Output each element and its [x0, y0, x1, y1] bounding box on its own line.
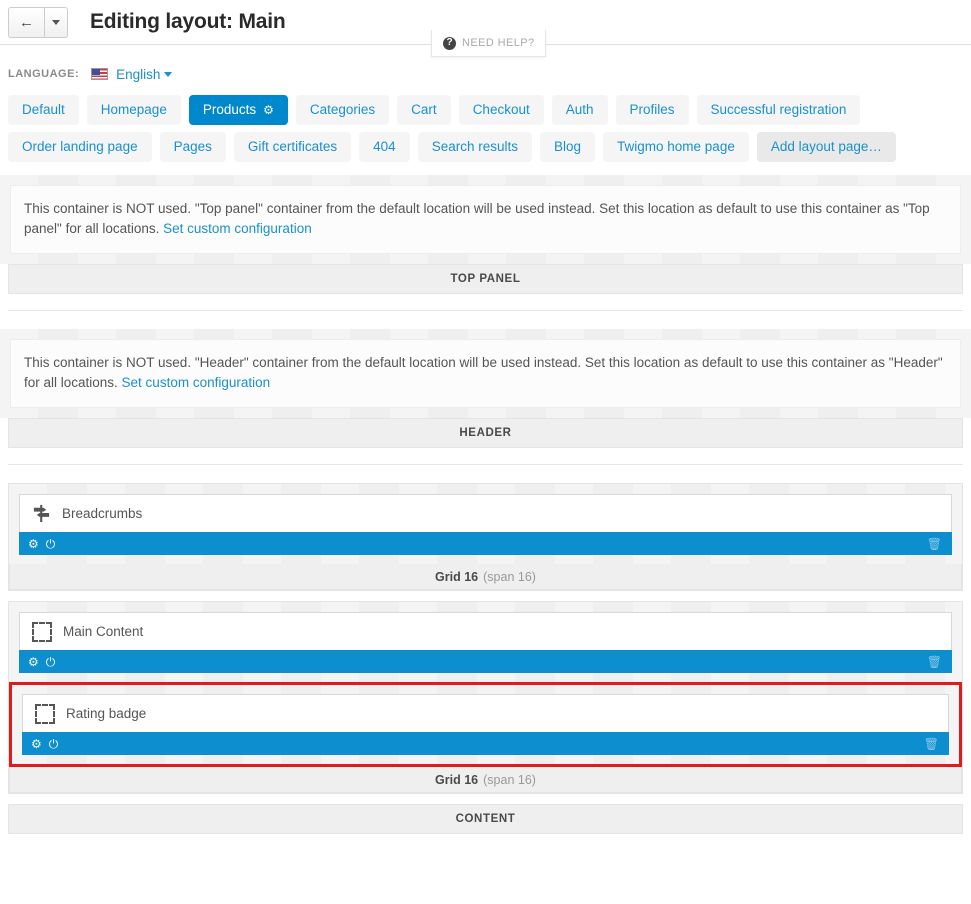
layout-block-toolbar: ⚙ ⏻ 🗑 [22, 732, 949, 755]
need-help-button[interactable]: ? NEED HELP? [431, 30, 546, 57]
grid-span: (span 16) [483, 773, 536, 787]
dashed-square-icon [32, 622, 52, 642]
tab-label: Homepage [101, 95, 167, 125]
content-grid-rows: Breadcrumbs ⚙ ⏻ 🗑 Grid 16 (span 16) Main Conte… [0, 483, 971, 794]
top-panel-notice-link[interactable]: Set custom configuration [163, 221, 312, 236]
grid-size-label: Grid 16 (span 16) [9, 767, 962, 793]
tab-label: Blog [554, 132, 581, 162]
selected-block-highlight: Rating badge ⚙ ⏻ 🗑 [9, 682, 962, 767]
us-flag-icon [91, 68, 108, 80]
tab-label: Products [203, 95, 256, 125]
gear-icon[interactable]: ⚙ [28, 538, 39, 550]
grid-row: Main Content ⚙ ⏻ 🗑 Rating badge ⚙ ⏻ 🗑 Grid 16 (sp… [8, 601, 963, 794]
tab-label: Gift certificates [248, 132, 337, 162]
tab-auth[interactable]: Auth [552, 95, 608, 125]
tab-label: Pages [174, 132, 212, 162]
top-panel-container: This container is NOT used. "Top panel" … [0, 175, 971, 264]
top-panel-notice: This container is NOT used. "Top panel" … [10, 185, 961, 254]
power-icon[interactable]: ⏻ [49, 738, 59, 750]
tab-label: Order landing page [22, 132, 138, 162]
page-title: Editing layout: Main [90, 10, 286, 34]
tab-label: Twigmo home page [617, 132, 735, 162]
tab-404[interactable]: 404 [359, 132, 410, 162]
tab-homepage[interactable]: Homepage [87, 95, 181, 125]
layout-block-label: Breadcrumbs [62, 506, 142, 521]
gear-icon[interactable]: ⚙ [263, 104, 274, 116]
grid-row: Breadcrumbs ⚙ ⏻ 🗑 Grid 16 (span 16) [8, 483, 963, 591]
tab-label: Auth [566, 95, 594, 125]
tab-successful-registration[interactable]: Successful registration [697, 95, 861, 125]
tab-label: Cart [411, 95, 437, 125]
trash-icon[interactable]: 🗑 [924, 737, 939, 751]
header-notice-link[interactable]: Set custom configuration [122, 375, 271, 390]
language-label: LANGUAGE: [8, 68, 79, 80]
tab-label: 404 [373, 132, 396, 162]
layout-block-header[interactable]: Rating badge [22, 694, 949, 732]
tab-categories[interactable]: Categories [296, 95, 389, 125]
tab-pages[interactable]: Pages [160, 132, 226, 162]
tab-label: Successful registration [711, 95, 847, 125]
tab-profiles[interactable]: Profiles [616, 95, 689, 125]
back-button-group: ← [8, 7, 68, 38]
tab-label: Profiles [630, 95, 675, 125]
layout-block-label: Rating badge [66, 706, 146, 721]
layout-block-toolbar: ⚙ ⏻ 🗑 [19, 650, 952, 673]
signpost-icon [32, 504, 51, 523]
language-value[interactable]: English [116, 67, 160, 82]
arrow-left-icon: ← [19, 15, 34, 30]
grid-name: Grid 16 [435, 773, 478, 787]
power-icon[interactable]: ⏻ [46, 656, 56, 668]
layout-block[interactable]: Rating badge ⚙ ⏻ 🗑 [22, 694, 949, 755]
layout-block[interactable]: Main Content ⚙ ⏻ 🗑 [19, 612, 952, 673]
layout-block-toolbar: ⚙ ⏻ 🗑 [19, 532, 952, 555]
tab-cart[interactable]: Cart [397, 95, 451, 125]
layout-block[interactable]: Breadcrumbs ⚙ ⏻ 🗑 [19, 494, 952, 555]
dashed-square-icon [35, 704, 55, 724]
tab-checkout[interactable]: Checkout [459, 95, 544, 125]
back-button[interactable]: ← [8, 7, 45, 38]
trash-icon[interactable]: 🗑 [927, 655, 942, 669]
grid-name: Grid 16 [435, 570, 478, 584]
tab-order-landing-page[interactable]: Order landing page [8, 132, 152, 162]
layout-canvas: This container is NOT used. "Top panel" … [0, 175, 971, 834]
header-notice: This container is NOT used. "Header" con… [10, 339, 961, 408]
tab-blog[interactable]: Blog [540, 132, 595, 162]
tab-label: Checkout [473, 95, 530, 125]
gear-icon[interactable]: ⚙ [31, 738, 42, 750]
header-band: HEADER [8, 418, 963, 448]
back-dropdown-button[interactable] [45, 7, 68, 38]
tab-label: Categories [310, 95, 375, 125]
trash-icon[interactable]: 🗑 [927, 537, 942, 551]
gear-icon[interactable]: ⚙ [28, 656, 39, 668]
tab-label: Search results [432, 132, 518, 162]
tab-products[interactable]: Products ⚙ [189, 95, 288, 125]
tab-twigmo-home-page[interactable]: Twigmo home page [603, 132, 749, 162]
top-panel-notice-text: This container is NOT used. "Top panel" … [24, 201, 930, 236]
tab-label: Default [22, 95, 65, 125]
caret-down-icon [52, 20, 60, 25]
power-icon[interactable]: ⏻ [46, 538, 56, 550]
layout-block-label: Main Content [63, 624, 143, 639]
content-band: CONTENT [8, 804, 963, 834]
layout-page-tabs: Default Homepage Products ⚙ Categories Cart Ch… [0, 87, 960, 162]
grid-span: (span 16) [483, 570, 536, 584]
need-help-label: NEED HELP? [462, 37, 534, 49]
grid-size-label: Grid 16 (span 16) [9, 564, 962, 590]
caret-down-icon[interactable] [164, 72, 172, 77]
top-panel-band: TOP PANEL [8, 264, 963, 294]
header-container: This container is NOT used. "Header" con… [0, 329, 971, 418]
tab-label: Add layout page… [771, 132, 882, 162]
layout-block-header[interactable]: Breadcrumbs [19, 494, 952, 532]
tab-gift-certificates[interactable]: Gift certificates [234, 132, 351, 162]
tab-search-results[interactable]: Search results [418, 132, 532, 162]
top-bar: ← Editing layout: Main ? NEED HELP? [0, 0, 971, 45]
tab-add-layout-page[interactable]: Add layout page… [757, 132, 896, 162]
layout-block-header[interactable]: Main Content [19, 612, 952, 650]
question-mark-circle-icon: ? [443, 37, 456, 50]
tab-default[interactable]: Default [8, 95, 79, 125]
